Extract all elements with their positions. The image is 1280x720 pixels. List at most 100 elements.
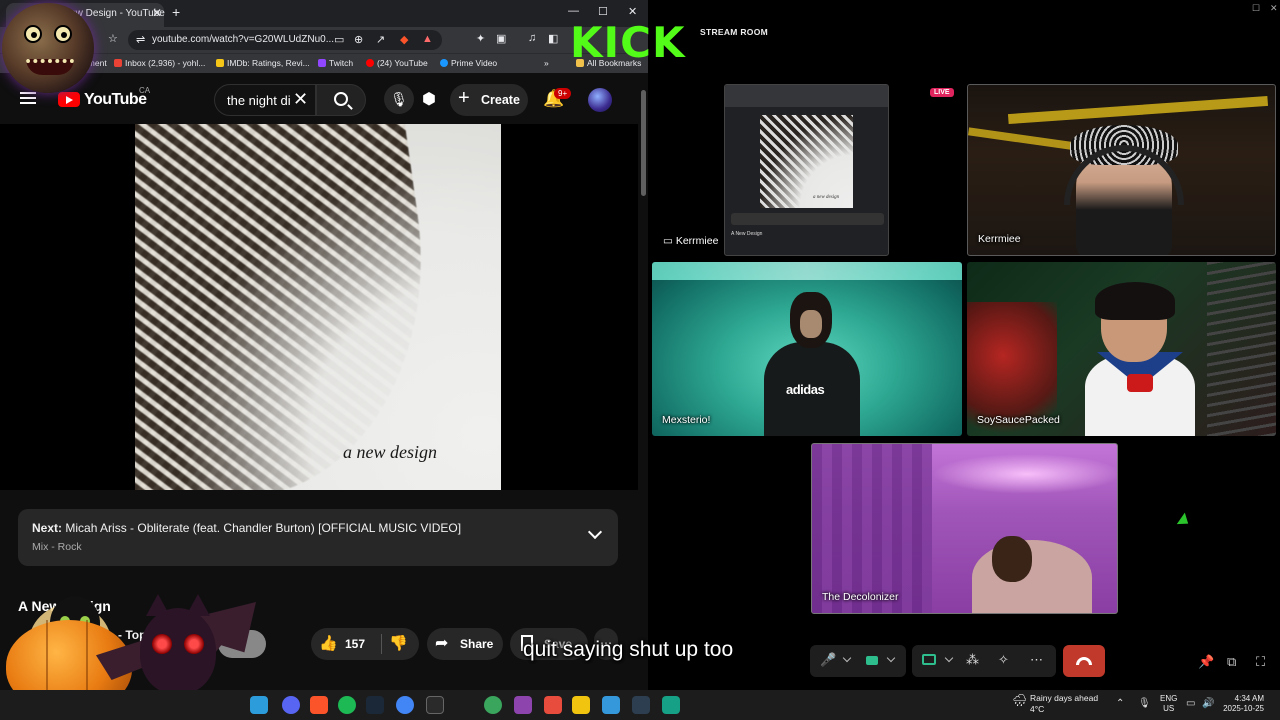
more-options-icon[interactable]: ⋯ bbox=[1030, 652, 1043, 668]
youtube-wordmark[interactable]: YouTube bbox=[84, 91, 147, 109]
tray-chevron-icon[interactable]: ⌃ bbox=[1116, 698, 1124, 709]
album-art: a new design bbox=[135, 124, 501, 490]
media-icon[interactable]: ♫ bbox=[528, 32, 536, 44]
extensions-icon[interactable]: ✦ bbox=[476, 32, 485, 45]
avatar[interactable] bbox=[588, 88, 612, 112]
weather-widget[interactable]: Rainy days ahead 4°C bbox=[1030, 693, 1098, 715]
video-player[interactable]: a new design bbox=[0, 124, 638, 490]
pin-icon[interactable]: 📌 bbox=[1198, 654, 1214, 670]
restore-icon[interactable]: ☐ bbox=[1252, 3, 1260, 14]
app-icon[interactable] bbox=[662, 696, 680, 714]
clock[interactable]: 4:34 AM 2025-10-25 bbox=[1220, 694, 1264, 714]
chevron-down-icon[interactable] bbox=[944, 653, 954, 663]
app-icon[interactable] bbox=[514, 696, 532, 714]
maximize-icon[interactable]: ☐ bbox=[598, 5, 608, 18]
edge-icon[interactable] bbox=[250, 696, 268, 714]
chrome-icon[interactable] bbox=[396, 696, 414, 714]
rain-icon[interactable]: 🌧 bbox=[1012, 693, 1027, 707]
split-view-icon[interactable]: ◧ bbox=[548, 32, 558, 45]
brave-shield-icon[interactable]: ◆ bbox=[400, 33, 408, 46]
participant-name: SoySaucePacked bbox=[977, 414, 1060, 426]
site-info-icon[interactable]: ⇌ bbox=[136, 33, 145, 46]
search-button[interactable] bbox=[316, 84, 366, 116]
search-input[interactable]: the night di ✕ bbox=[214, 84, 316, 116]
hang-up-button[interactable] bbox=[1063, 645, 1105, 677]
bookmark-item[interactable]: Prime Video bbox=[440, 58, 497, 68]
app-icon[interactable] bbox=[632, 696, 650, 714]
plus-icon: + bbox=[458, 87, 470, 109]
sidebar-icon[interactable]: ▣ bbox=[496, 32, 506, 45]
screen-share-tile[interactable]: a new design A New Design bbox=[724, 84, 889, 256]
album-fade bbox=[135, 124, 501, 490]
notes-icon[interactable] bbox=[572, 696, 590, 714]
chevron-down-icon[interactable] bbox=[587, 524, 603, 540]
bookmark-item[interactable]: IMDb: Ratings, Revi... bbox=[216, 58, 310, 68]
steam-icon[interactable] bbox=[366, 696, 384, 714]
youtube-logo-icon[interactable] bbox=[58, 92, 80, 107]
search-icon bbox=[334, 92, 348, 106]
thumbs-down-icon[interactable]: 👎 bbox=[389, 634, 408, 652]
hair bbox=[1095, 282, 1175, 320]
extension-icon[interactable]: ⬢ bbox=[422, 89, 436, 109]
clear-search-icon[interactable]: ✕ bbox=[293, 89, 308, 110]
zoom-icon[interactable]: ⊕ bbox=[354, 33, 363, 46]
share-icon: ➦ bbox=[435, 635, 449, 652]
bookmark-item[interactable]: (24) YouTube bbox=[366, 58, 428, 68]
epic-games-icon[interactable] bbox=[426, 696, 444, 714]
mini-browser-bar bbox=[725, 85, 888, 107]
app-icon[interactable] bbox=[602, 696, 620, 714]
chevron-down-icon[interactable] bbox=[886, 653, 896, 663]
spotify-icon[interactable] bbox=[338, 696, 356, 714]
led-strip bbox=[652, 262, 962, 280]
share-label: Share bbox=[460, 637, 494, 651]
bookmark-item[interactable]: Inbox (2,936) - yohl... bbox=[114, 58, 205, 68]
address-bar[interactable]: ⇌ youtube.com/watch?v=G20WLUdZNu0... ▭ ⊕… bbox=[128, 30, 442, 50]
share-button[interactable]: ➦ Share bbox=[427, 628, 503, 660]
up-next-card[interactable]: Next: Micah Ariss - Obliterate (feat. Ch… bbox=[18, 509, 618, 566]
participant-tile-soysaucepacked[interactable]: SoySaucePacked bbox=[967, 262, 1276, 436]
ceiling-light bbox=[932, 454, 1117, 494]
activities-icon[interactable]: ⁂ bbox=[966, 652, 979, 668]
app-icon[interactable] bbox=[484, 696, 502, 714]
participant-tile-the-decolonizer[interactable]: The Decolonizer bbox=[811, 443, 1118, 614]
language-indicator[interactable]: ENG US bbox=[1160, 694, 1177, 714]
share-url-icon[interactable]: ↗ bbox=[376, 33, 385, 46]
close-window-icon[interactable]: ✕ bbox=[1270, 3, 1278, 14]
participant-tile-mexsterio[interactable]: adidas Mexsterio! bbox=[652, 262, 962, 436]
voice-search-icon[interactable]: 🎙 bbox=[384, 84, 414, 114]
screen-share-icon[interactable] bbox=[922, 654, 936, 665]
network-icon[interactable]: ▭ bbox=[1186, 698, 1195, 709]
new-tab-icon[interactable]: + bbox=[172, 4, 180, 20]
scrollbar[interactable] bbox=[641, 90, 646, 196]
more-bookmarks-icon[interactable]: » bbox=[544, 58, 549, 68]
cast-icon[interactable]: ▭ bbox=[334, 33, 344, 46]
face bbox=[992, 536, 1032, 582]
rewards-icon[interactable]: ▲ bbox=[422, 33, 433, 45]
fullscreen-icon[interactable]: ⛶ bbox=[1256, 654, 1265, 670]
brave-icon[interactable] bbox=[310, 696, 328, 714]
screen-share-label: ▭ Kerrmiee bbox=[663, 235, 719, 247]
participant-tile-kerrmiee[interactable]: Kerrmiee bbox=[967, 84, 1276, 256]
microphone-icon[interactable]: 🎤 bbox=[820, 652, 836, 668]
thumbs-up-icon[interactable]: 👍 bbox=[319, 634, 338, 652]
popout-icon[interactable]: ⧉ bbox=[1227, 654, 1236, 670]
create-button[interactable]: + Create bbox=[450, 84, 528, 116]
bookmark-item[interactable]: Twitch bbox=[318, 58, 353, 68]
bookmark-icon[interactable]: ☆ bbox=[108, 32, 118, 45]
close-tab-icon[interactable]: ✕ bbox=[152, 6, 162, 20]
address-text: youtube.com/watch?v=G20WLUdZNu0... bbox=[152, 34, 335, 45]
chevron-down-icon[interactable] bbox=[842, 653, 852, 663]
obs-icon[interactable] bbox=[544, 696, 562, 714]
menu-icon[interactable] bbox=[20, 92, 36, 104]
ear bbox=[146, 594, 170, 616]
discord-icon[interactable] bbox=[282, 696, 300, 714]
live-badge: LIVE bbox=[930, 88, 954, 97]
camera-icon[interactable] bbox=[866, 656, 878, 665]
browser-window: A New Design - YouTube ✕ + — ☐ ✕ ☆ ⇌ you… bbox=[0, 0, 648, 690]
mic-tray-icon[interactable]: 🎙 bbox=[1138, 698, 1151, 709]
volume-icon[interactable]: 🔊 bbox=[1202, 698, 1214, 709]
close-window-icon[interactable]: ✕ bbox=[628, 5, 637, 18]
minimize-icon[interactable]: — bbox=[568, 5, 579, 17]
soundboard-icon[interactable]: ✧ bbox=[998, 652, 1009, 668]
ear bbox=[186, 594, 210, 616]
